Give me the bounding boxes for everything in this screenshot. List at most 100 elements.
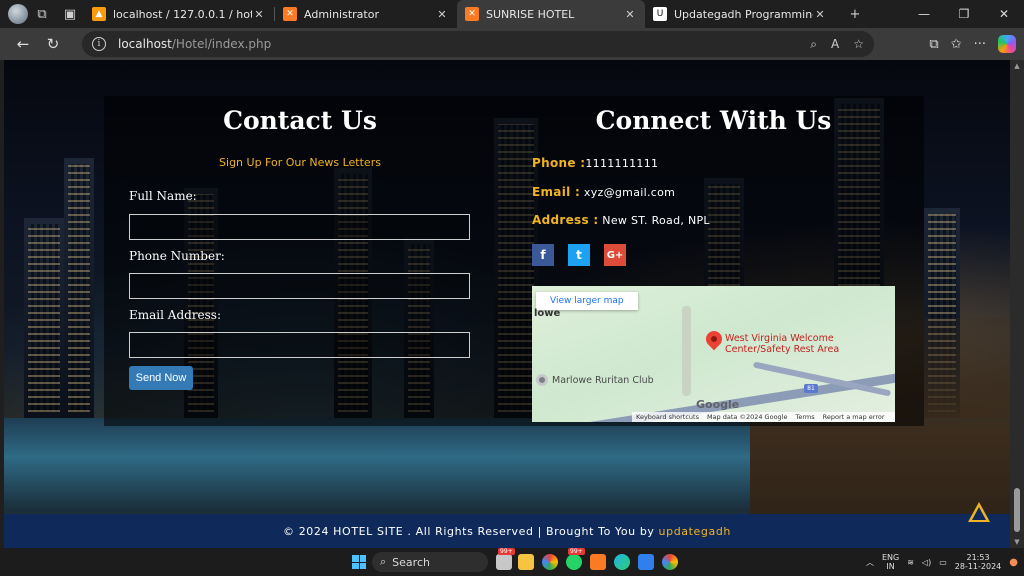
connect-title: Connect With Us — [595, 106, 832, 135]
full-name-input[interactable] — [129, 214, 470, 240]
page-scrollbar[interactable]: ▲ ▼ — [1010, 60, 1024, 548]
tab-title: Administrator — [304, 7, 379, 21]
close-window-icon[interactable]: ✕ — [984, 0, 1024, 28]
file-explorer-icon[interactable] — [518, 554, 534, 570]
chrome-profile-icon[interactable] — [662, 554, 678, 570]
chrome-icon[interactable] — [542, 554, 558, 570]
chevron-up-icon[interactable]: ︿ — [866, 557, 874, 568]
tab-phpmyadmin[interactable]: ▲ localhost / 127.0.0.1 / hotel / lo ✕ — [84, 0, 274, 28]
phone-number-label: Phone Number: — [129, 249, 225, 263]
back-arrow-icon[interactable]: ← — [8, 29, 38, 59]
zoom-icon[interactable]: ⌕ — [810, 37, 817, 52]
vscode-icon[interactable] — [638, 554, 654, 570]
phpmyadmin-icon: ▲ — [92, 7, 106, 21]
url-bar[interactable]: i localhost/Hotel/index.php ⌕ A ☆ — [82, 31, 874, 57]
xampp-icon: ✕ — [465, 7, 479, 21]
battery-icon[interactable]: ▭ — [939, 558, 947, 567]
scrollbar-thumb[interactable] — [1014, 488, 1020, 532]
close-icon[interactable]: ✕ — [623, 8, 637, 21]
map-town-label: lowe — [534, 308, 561, 319]
poi-marker-icon[interactable] — [536, 374, 548, 386]
xampp-taskbar-icon[interactable] — [590, 554, 606, 570]
language-indicator[interactable]: ENG IN — [882, 553, 899, 571]
email-value: xyz@gmail.com — [583, 186, 676, 199]
send-now-button[interactable]: Send Now — [129, 366, 193, 390]
new-tab-button[interactable]: + — [841, 0, 869, 28]
more-menu-icon[interactable]: ··· — [974, 37, 986, 52]
workspaces-icon[interactable]: ⧉ — [28, 0, 56, 28]
url-text: localhost/Hotel/index.php — [118, 37, 272, 51]
phone-value: 1111111111 — [585, 157, 659, 170]
embedded-map[interactable]: View larger map lowe West Virginia Welco… — [532, 286, 895, 422]
clock[interactable]: 21:53 28-11-2024 — [955, 553, 1002, 571]
address-value: New ST. Road, NPL — [602, 214, 710, 227]
tab-administrator[interactable]: ✕ Administrator ✕ — [275, 0, 457, 28]
map-data-text: Map data ©2024 Google — [706, 413, 788, 421]
phone-row: Phone :1111111111 — [532, 156, 658, 170]
search-icon: ⌕ — [380, 555, 387, 568]
google-logo: Google — [696, 398, 740, 411]
email-address-input[interactable] — [129, 332, 470, 358]
read-aloud-icon[interactable]: A — [831, 37, 839, 51]
address-row: Address : New ST. Road, NPL — [532, 213, 710, 227]
keyboard-shortcuts-link[interactable]: Keyboard shortcuts — [636, 413, 699, 421]
page-viewport: Contact Us Sign Up For Our News Letters … — [4, 60, 1010, 548]
email-key: Email : — [532, 185, 581, 199]
taskbar-search[interactable]: ⌕ Search — [372, 552, 488, 572]
clock-date: 28-11-2024 — [954, 562, 1002, 571]
email-row: Email : xyz@gmail.com — [532, 185, 675, 199]
route-shield: 81 — [804, 384, 818, 393]
footer-brand-link[interactable]: updategadh — [659, 525, 731, 538]
address-key: Address : — [532, 213, 599, 227]
restore-icon[interactable]: ❐ — [944, 0, 984, 28]
extensions-icon[interactable]: ⧉ — [929, 37, 938, 52]
tab-actions-icon[interactable]: ▣ — [56, 0, 84, 28]
site-info-icon[interactable]: i — [92, 37, 106, 51]
poi-label[interactable]: Marlowe Ruritan Club — [552, 375, 654, 386]
windows-start-icon[interactable] — [352, 555, 366, 569]
notification-badge: 99+ — [498, 548, 515, 555]
wifi-icon[interactable]: ≋ — [907, 558, 914, 567]
tab-sunrise-hotel[interactable]: ✕ SUNRISE HOTEL ✕ — [457, 0, 645, 28]
google-plus-icon[interactable]: G+ — [604, 244, 626, 266]
edge-icon[interactable] — [614, 554, 630, 570]
favorite-star-icon[interactable]: ☆ — [853, 37, 864, 51]
twitter-icon[interactable]: t — [568, 244, 590, 266]
map-place-label[interactable]: West Virginia Welcome Center/Safety Rest… — [725, 333, 855, 355]
minimize-icon[interactable]: — — [904, 0, 944, 28]
scroll-down-icon[interactable]: ▼ — [1010, 538, 1024, 546]
search-label: Search — [392, 555, 430, 569]
scroll-up-icon[interactable]: ▲ — [1010, 62, 1024, 70]
terms-link[interactable]: Terms — [795, 413, 814, 421]
newsletter-text: Sign Up For Our News Letters — [219, 156, 381, 169]
close-icon[interactable]: ✕ — [252, 8, 266, 21]
facebook-icon[interactable]: f — [532, 244, 554, 266]
window-controls: — ❐ ✕ — [904, 0, 1024, 28]
close-icon[interactable]: ✕ — [813, 8, 827, 21]
refresh-icon[interactable]: ↻ — [38, 29, 68, 59]
map-attribution: Keyboard shortcuts Map data ©2024 Google… — [632, 412, 895, 422]
tab-title: Updategadh Programming - Up — [674, 7, 813, 21]
full-name-label: Full Name: — [129, 189, 197, 203]
clock-time: 21:53 — [966, 553, 990, 562]
site-footer: © 2024 HOTEL SITE . All Rights Reserved … — [4, 514, 1010, 548]
tab-title: localhost / 127.0.0.1 / hotel / lo — [113, 7, 252, 21]
profile-avatar[interactable] — [8, 4, 28, 24]
volume-icon[interactable]: ◁) — [922, 558, 931, 567]
email-address-label: Email Address: — [129, 308, 222, 322]
scroll-to-top-icon[interactable] — [968, 502, 990, 522]
notification-bell-icon[interactable]: ● — [1009, 557, 1018, 568]
phone-number-input[interactable] — [129, 273, 470, 299]
phone-key: Phone : — [532, 156, 586, 170]
browser-tab-bar: ⧉ ▣ ▲ localhost / 127.0.0.1 / hotel / lo… — [0, 0, 1024, 28]
tab-updategadh[interactable]: U Updategadh Programming - Up ✕ — [645, 0, 835, 28]
favorites-icon[interactable]: ✩ — [951, 37, 962, 52]
notification-badge: 99+ — [568, 548, 585, 555]
app-icon[interactable]: 99+ — [496, 548, 515, 570]
system-tray: ︿ ENG IN ≋ ◁) ▭ 21:53 28-11-2024 ● — [866, 548, 1018, 576]
close-icon[interactable]: ✕ — [435, 8, 449, 21]
copilot-icon[interactable] — [998, 35, 1016, 53]
xampp-icon: ✕ — [283, 7, 297, 21]
whatsapp-icon[interactable]: 99+ — [566, 548, 585, 570]
report-map-error-link[interactable]: Report a map error — [823, 413, 885, 421]
